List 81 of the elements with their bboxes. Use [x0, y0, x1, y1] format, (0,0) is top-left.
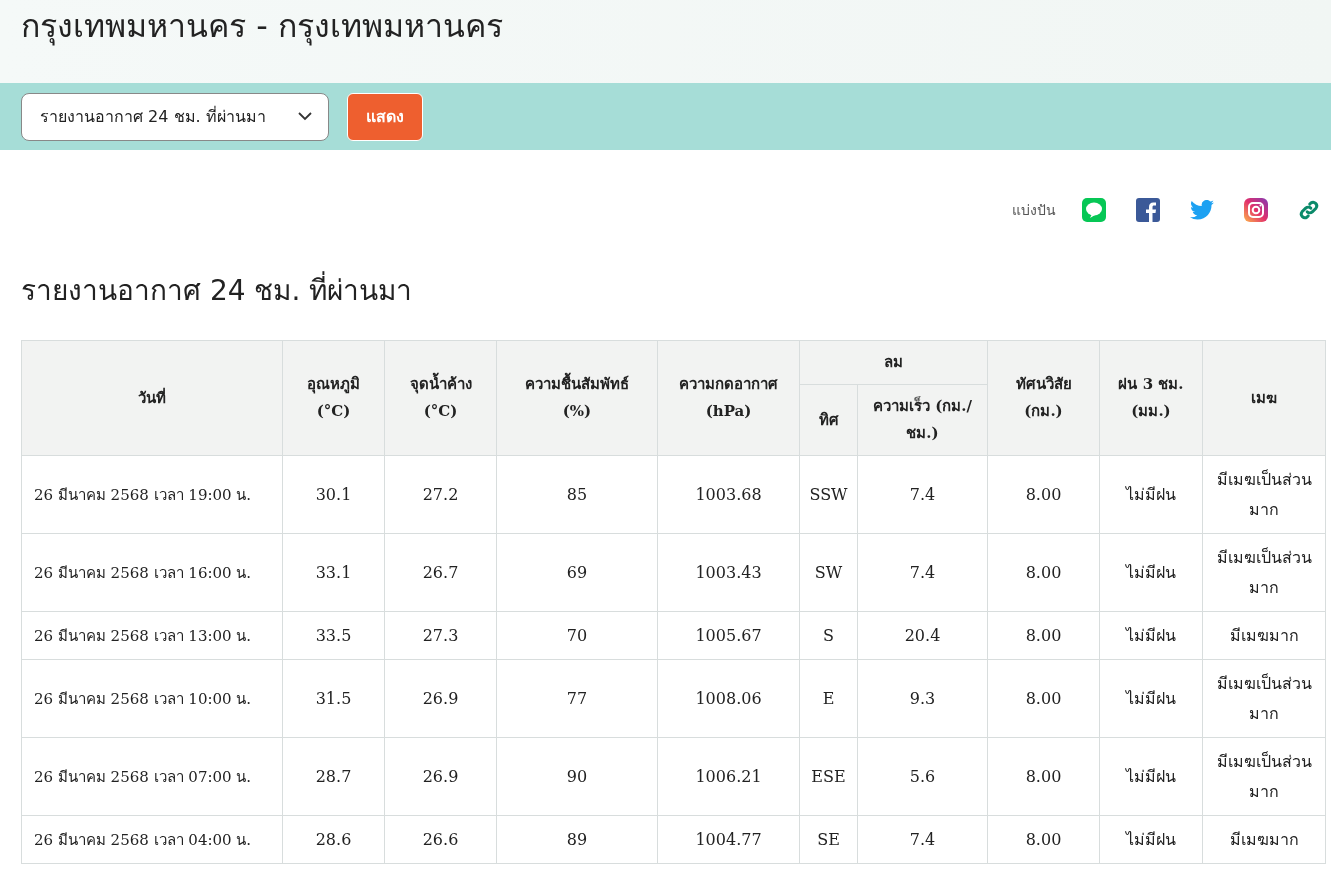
table-cell: SE — [799, 815, 858, 864]
table-cell: 8.00 — [987, 815, 1100, 864]
column-header: ฝน 3 ชม. (มม.) — [1099, 340, 1203, 456]
table-cell: SW — [799, 533, 858, 612]
table-cell: 8.00 — [987, 533, 1100, 612]
table-cell: มีเมฆเป็นส่วนมาก — [1202, 455, 1326, 534]
table-cell: มีเมฆมาก — [1202, 815, 1326, 864]
column-header: วันที่ — [21, 340, 283, 456]
table-cell: E — [799, 659, 858, 738]
table-cell: ไม่มีฝน — [1099, 533, 1203, 612]
column-header: ความเร็ว (กม./ ชม.) — [857, 384, 988, 456]
table-cell: 8.00 — [987, 611, 1100, 660]
column-header: ทัศนวิสัย (กม.) — [987, 340, 1100, 456]
table-cell: 70 — [496, 611, 658, 660]
table-cell: มีเมฆเป็นส่วนมาก — [1202, 533, 1326, 612]
bird-icon[interactable] — [1190, 200, 1214, 220]
table-cell: ไม่มีฝน — [1099, 737, 1203, 816]
section-title: รายงานอากาศ 24 ชม. ที่ผ่านมา — [21, 268, 413, 312]
page-title: กรุงเทพมหานคร - กรุงเทพมหานคร — [21, 6, 503, 48]
table-cell: 28.6 — [282, 815, 385, 864]
table-cell: 1003.43 — [657, 533, 800, 612]
table-cell: 8.00 — [987, 737, 1100, 816]
table-cell: ไม่มีฝน — [1099, 659, 1203, 738]
table-cell: 27.2 — [384, 455, 497, 534]
link-icon[interactable] — [1298, 199, 1320, 221]
table-cell: 26 มีนาคม 2568 เวลา 13:00 น. — [21, 611, 283, 660]
table-cell: 20.4 — [857, 611, 988, 660]
table-cell: 26 มีนาคม 2568 เวลา 19:00 น. — [21, 455, 283, 534]
table-cell: 33.5 — [282, 611, 385, 660]
table-cell: 28.7 — [282, 737, 385, 816]
report-select[interactable]: รายงานอากาศ 24 ชม. ที่ผ่านมา — [21, 92, 329, 141]
table-cell: 1006.21 — [657, 737, 800, 816]
table-cell: 1005.67 — [657, 611, 800, 660]
chat-bubble-icon[interactable] — [1082, 198, 1106, 222]
table-cell: 31.5 — [282, 659, 385, 738]
table-cell: 26.9 — [384, 737, 497, 816]
table-cell: 1004.77 — [657, 815, 800, 864]
column-header: ความชื้นสัมพัทธ์ (%) — [496, 340, 658, 456]
table-cell: SSW — [799, 455, 858, 534]
table-cell: S — [799, 611, 858, 660]
table-cell: 5.6 — [857, 737, 988, 816]
table-cell: 26.6 — [384, 815, 497, 864]
table-cell: 1003.68 — [657, 455, 800, 534]
table-cell: 26 มีนาคม 2568 เวลา 04:00 น. — [21, 815, 283, 864]
table-cell: 7.4 — [857, 533, 988, 612]
chevron-down-icon — [298, 112, 312, 121]
table-cell: ไม่มีฝน — [1099, 455, 1203, 534]
table-cell: 7.4 — [857, 815, 988, 864]
column-header: อุณหภูมิ (°C) — [282, 340, 385, 456]
share-label: แบ่งปัน — [1012, 201, 1056, 220]
table-cell: มีเมฆเป็นส่วนมาก — [1202, 737, 1326, 816]
table-cell: 26.7 — [384, 533, 497, 612]
table-cell: 89 — [496, 815, 658, 864]
table-cell: มีเมฆมาก — [1202, 611, 1326, 660]
table-cell: 1008.06 — [657, 659, 800, 738]
column-header: ลม — [799, 340, 988, 385]
table-cell: 8.00 — [987, 659, 1100, 738]
column-header: ทิศ — [799, 384, 858, 456]
table-cell: 33.1 — [282, 533, 385, 612]
table-cell: 69 — [496, 533, 658, 612]
table-cell: ไม่มีฝน — [1099, 611, 1203, 660]
table-cell: 90 — [496, 737, 658, 816]
table-cell: 30.1 — [282, 455, 385, 534]
table-cell: 85 — [496, 455, 658, 534]
table-cell: 7.4 — [857, 455, 988, 534]
table-cell: 26 มีนาคม 2568 เวลา 07:00 น. — [21, 737, 283, 816]
table-cell: 26 มีนาคม 2568 เวลา 10:00 น. — [21, 659, 283, 738]
table-cell: ไม่มีฝน — [1099, 815, 1203, 864]
table-cell: ESE — [799, 737, 858, 816]
column-header: เมฆ — [1202, 340, 1326, 456]
table-cell: 26.9 — [384, 659, 497, 738]
column-header: ความกดอากาศ (hPa) — [657, 340, 800, 456]
letter-f-icon[interactable] — [1136, 198, 1160, 222]
table-cell: 9.3 — [857, 659, 988, 738]
table-cell: 27.3 — [384, 611, 497, 660]
table-cell: 8.00 — [987, 455, 1100, 534]
camera-icon[interactable] — [1244, 198, 1268, 222]
column-header: จุดน้ำค้าง (°C) — [384, 340, 497, 456]
table-cell: 26 มีนาคม 2568 เวลา 16:00 น. — [21, 533, 283, 612]
table-cell: 77 — [496, 659, 658, 738]
table-cell: มีเมฆเป็นส่วนมาก — [1202, 659, 1326, 738]
